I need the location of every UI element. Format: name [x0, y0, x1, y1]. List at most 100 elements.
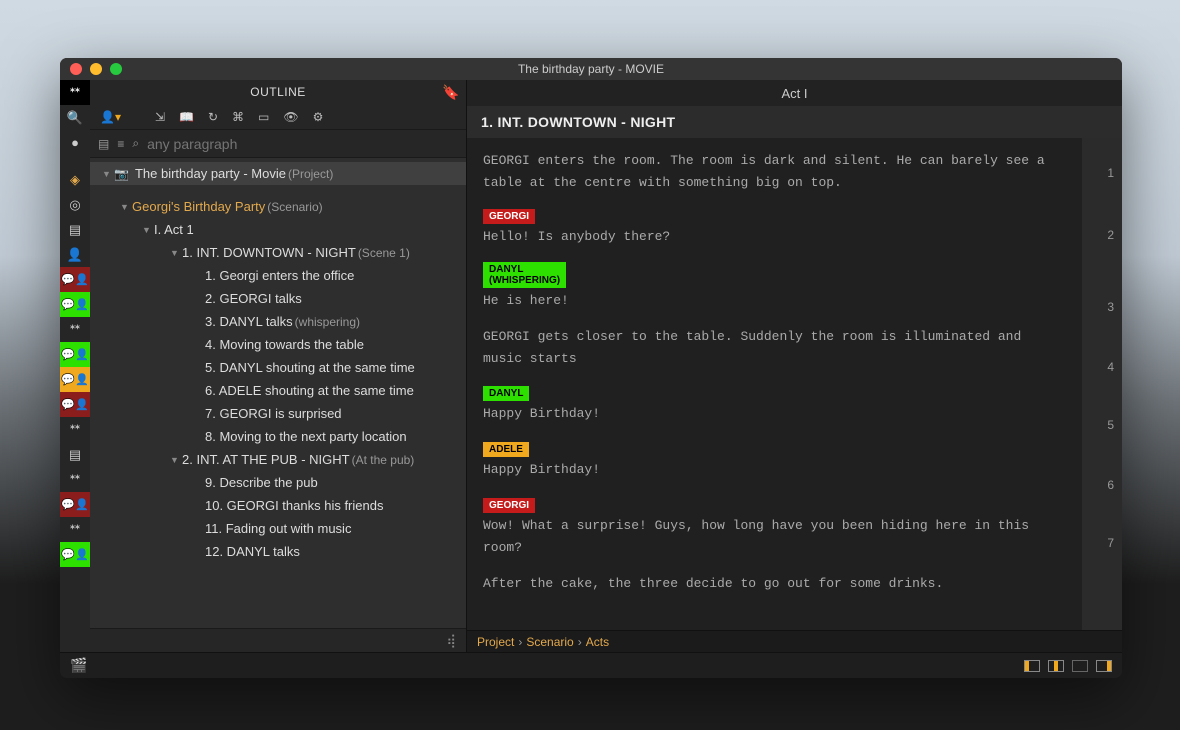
close-button[interactable] — [70, 63, 82, 75]
rail-chat-red-3[interactable]: 💬👤 — [60, 492, 90, 517]
view-mode-icons — [1024, 660, 1112, 672]
rail-running4-icon[interactable]: ᕯ — [60, 467, 90, 492]
tree-beat[interactable]: 5. DANYL shouting at the same time — [90, 356, 466, 379]
rail-chat-green-3[interactable]: 💬👤 — [60, 542, 90, 567]
character-tag-danyl: DANYL (WHISPERING) — [483, 262, 566, 288]
dialog-block-danyl-2: DANYL Happy Birthday! — [483, 383, 1066, 425]
tree-project[interactable]: ▼ 📷 The birthday party - Movie (Project) — [90, 162, 466, 185]
rail-chat-green-1[interactable]: 💬👤 — [60, 292, 90, 317]
window-body: ᕯ 🔍 ● ◈ ◎ ▤ 👤 💬👤 💬👤 ᕯ 💬👤 💬👤 💬👤 ᕯ ▤ ᕯ 💬👤 … — [60, 80, 1122, 652]
left-icon-rail: ᕯ 🔍 ● ◈ ◎ ▤ 👤 💬👤 💬👤 ᕯ 💬👤 💬👤 💬👤 ᕯ ▤ ᕯ 💬👤 … — [60, 80, 90, 652]
toolbar-eye-icon[interactable]: 👁 — [283, 110, 298, 124]
crumb-scenario[interactable]: Scenario — [526, 635, 573, 649]
crumb-acts[interactable]: Acts — [586, 635, 609, 649]
toolbar-book-icon[interactable]: 📖 — [179, 110, 194, 124]
outline-filter-row: ▤ ≡ ⌕ — [90, 130, 466, 158]
scene2-meta: (At the pub) — [352, 453, 415, 467]
tree-beat[interactable]: 4. Moving towards the table — [90, 333, 466, 356]
minimize-button[interactable] — [90, 63, 102, 75]
outline-tree: ▼ 📷 The birthday party - Movie (Project)… — [90, 158, 466, 628]
dialog-block-danyl-1: DANYL (WHISPERING) He is here! — [483, 262, 1066, 312]
clapperboard-icon[interactable]: 🎬 — [70, 657, 87, 674]
disclosure-icon[interactable]: ▼ — [142, 225, 154, 235]
scene1-label: 1. INT. DOWNTOWN - NIGHT — [182, 245, 356, 260]
dialog-block-adele: ADELE Happy Birthday! — [483, 439, 1066, 481]
disclosure-icon[interactable]: ▼ — [120, 202, 132, 212]
act-label: I. Act 1 — [154, 222, 194, 237]
toolbar-share-icon[interactable]: ⌘ — [232, 110, 244, 124]
view-mode-left[interactable] — [1024, 660, 1040, 672]
view-mode-none[interactable] — [1072, 660, 1088, 672]
toolbar-gear-icon[interactable]: ⚙ — [313, 110, 324, 124]
action-text: After the cake, the three decide to go o… — [483, 573, 1066, 595]
tree-beat[interactable]: 11. Fading out with music — [90, 517, 466, 540]
tree-scenario[interactable]: ▼ Georgi's Birthday Party (Scenario) — [90, 195, 466, 218]
tree-act[interactable]: ▼ I. Act 1 — [90, 218, 466, 241]
editor-panel: Act I 1. INT. DOWNTOWN - NIGHT 1 2 3 4 5… — [467, 80, 1122, 652]
rail-cube-icon[interactable]: ◈ — [60, 167, 90, 192]
action-text: GEORGI gets closer to the table. Suddenl… — [483, 326, 1066, 370]
project-label: The birthday party - Movie — [135, 166, 286, 181]
tree-beat[interactable]: 9. Describe the pub — [90, 471, 466, 494]
tree-beat[interactable]: 1. Georgi enters the office — [90, 264, 466, 287]
rail-chat-red-1[interactable]: 💬👤 — [60, 267, 90, 292]
tree-beat[interactable]: 10. GEORGI thanks his friends — [90, 494, 466, 517]
rail-running2-icon[interactable]: ᕯ — [60, 317, 90, 342]
breadcrumb: Project › Scenario › Acts — [467, 630, 1122, 652]
crumb-project[interactable]: Project — [477, 635, 514, 649]
tree-beat[interactable]: 7. GEORGI is surprised — [90, 402, 466, 425]
outline-title: OUTLINE — [250, 85, 306, 99]
rail-chat-green-2[interactable]: 💬👤 — [60, 342, 90, 367]
scene1-meta: (Scene 1) — [358, 246, 410, 260]
line-gutter: 1 2 3 4 5 6 7 — [1082, 138, 1122, 630]
dialog-block-georgi-2: GEORGI Wow! What a surprise! Guys, how l… — [483, 495, 1066, 559]
rail-running-icon[interactable]: ᕯ — [60, 80, 90, 105]
toolbar-person-down-icon[interactable]: 👤▾ — [100, 110, 121, 124]
toolbar-refresh-icon[interactable]: ↻ — [208, 110, 218, 124]
view-mode-center[interactable] — [1048, 660, 1064, 672]
disclosure-icon[interactable]: ▼ — [170, 248, 182, 258]
status-bar: 🎬 — [60, 652, 1122, 678]
rail-dot-icon[interactable]: ● — [60, 130, 90, 155]
filter-input[interactable] — [147, 136, 458, 152]
character-tag-georgi: GEORGI — [483, 498, 535, 513]
rail-search-icon[interactable]: 🔍 — [60, 105, 90, 130]
rail-chat-red-2[interactable]: 💬👤 — [60, 392, 90, 417]
tree-scene-1[interactable]: ▼ 1. INT. DOWNTOWN - NIGHT (Scene 1) — [90, 241, 466, 264]
window-title: The birthday party - MOVIE — [60, 62, 1122, 76]
dialog-text: He is here! — [483, 290, 1066, 312]
bookmark-icon[interactable]: 🔖 — [442, 84, 460, 101]
view-mode-right[interactable] — [1096, 660, 1112, 672]
dialog-text: Hello! Is anybody there? — [483, 226, 1066, 248]
tree-beat[interactable]: 2. GEORGI talks — [90, 287, 466, 310]
rail-running5-icon[interactable]: ᕯ — [60, 517, 90, 542]
script-content[interactable]: GEORGI enters the room. The room is dark… — [467, 138, 1082, 630]
script-body[interactable]: 1 2 3 4 5 6 7 GEORGI enters the room. Th… — [467, 138, 1122, 630]
rail-chat-orange[interactable]: 💬👤 — [60, 367, 90, 392]
filter-funnel-icon[interactable]: ⌕ — [132, 136, 139, 151]
filter-list-icon[interactable]: ▤ — [98, 137, 109, 151]
filter-lines-icon[interactable]: ≡ — [117, 137, 124, 151]
dialog-text: Happy Birthday! — [483, 403, 1066, 425]
toolbar-tree-icon[interactable]: ⇲ — [155, 110, 165, 124]
rail-person-icon[interactable]: 👤 — [60, 242, 90, 267]
tree-beat[interactable]: 8. Moving to the next party location — [90, 425, 466, 448]
scenario-label: Georgi's Birthday Party — [132, 199, 265, 214]
tree-beat[interactable]: 12. DANYL talks — [90, 540, 466, 563]
toolbar-window-icon[interactable]: ▭ — [258, 110, 269, 124]
disclosure-icon[interactable]: ▼ — [102, 169, 114, 179]
rail-clap2-icon[interactable]: ▤ — [60, 442, 90, 467]
disclosure-icon[interactable]: ▼ — [170, 455, 182, 465]
rail-clap-icon[interactable]: ▤ — [60, 217, 90, 242]
zoom-button[interactable] — [110, 63, 122, 75]
act-header: Act I — [467, 80, 1122, 106]
traffic-lights — [70, 63, 122, 75]
tree-scene-2[interactable]: ▼ 2. INT. AT THE PUB - NIGHT (At the pub… — [90, 448, 466, 471]
rail-target-icon[interactable]: ◎ — [60, 192, 90, 217]
tree-beat[interactable]: 3. DANYL talks(whispering) — [90, 310, 466, 333]
character-tag-adele: ADELE — [483, 442, 529, 457]
sliders-icon[interactable]: ⢾ — [446, 633, 456, 649]
action-text: GEORGI enters the room. The room is dark… — [483, 150, 1066, 194]
tree-beat[interactable]: 6. ADELE shouting at the same time — [90, 379, 466, 402]
rail-running3-icon[interactable]: ᕯ — [60, 417, 90, 442]
